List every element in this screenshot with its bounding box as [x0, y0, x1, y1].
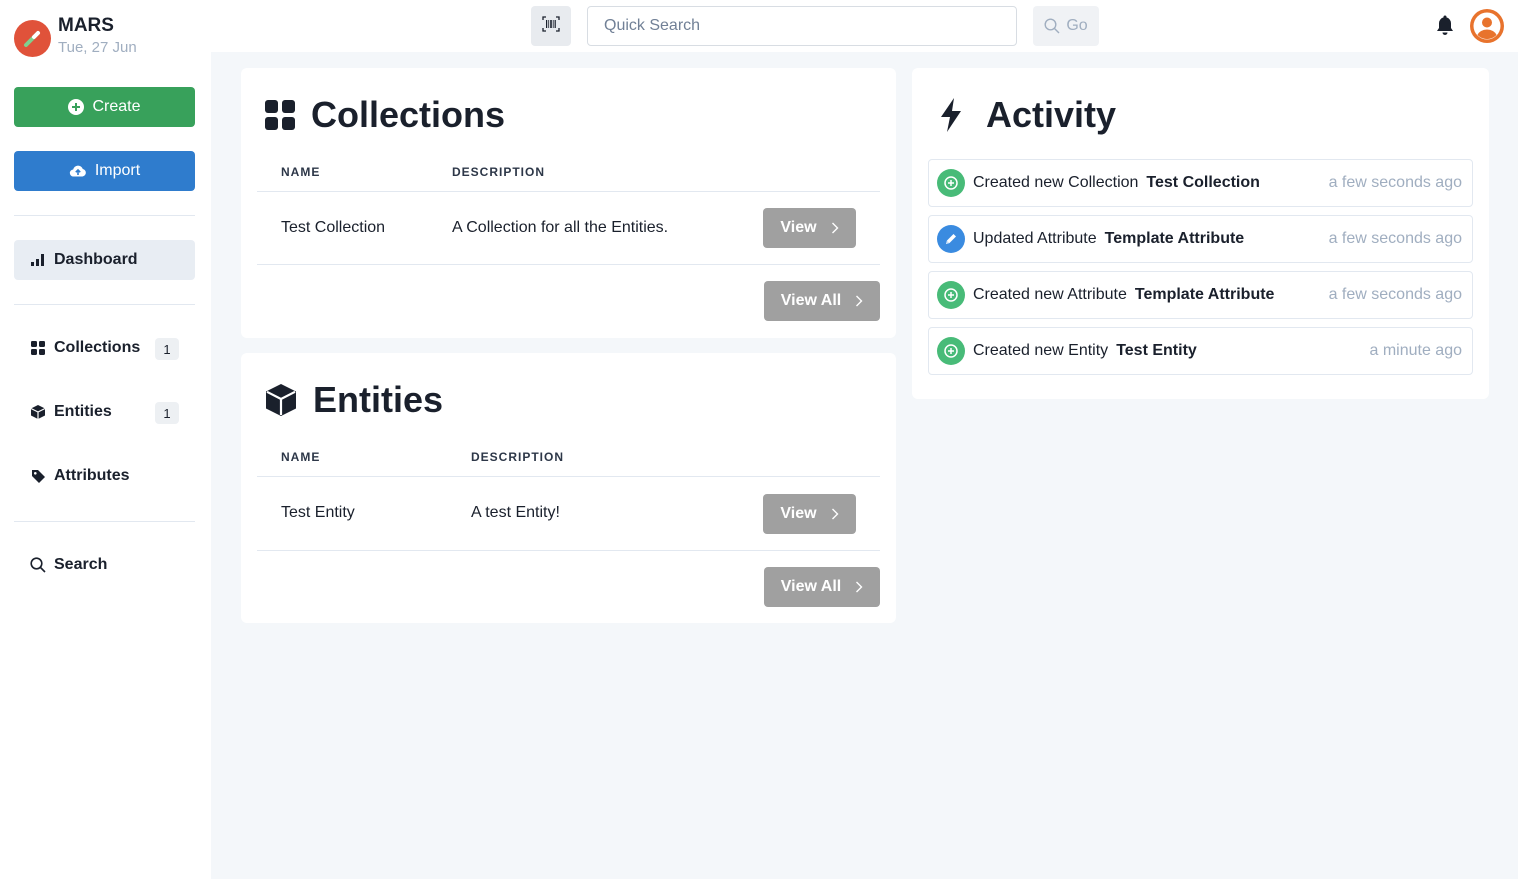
sidebar-item-label: Dashboard: [54, 251, 138, 268]
import-label: Import: [94, 162, 141, 179]
grid-icon: [265, 100, 295, 130]
sidebar-divider: [14, 521, 195, 522]
sidebar-item-attributes[interactable]: Attributes: [14, 456, 195, 496]
activity-target: Test Collection: [1146, 174, 1260, 191]
activity-item[interactable]: Created new Collection Test Collection a…: [928, 159, 1473, 207]
plus-circle-icon: [937, 281, 965, 309]
activity-target: Template Attribute: [1134, 286, 1275, 303]
barcode-icon: [542, 15, 560, 37]
count-badge: 1: [155, 338, 179, 360]
plus-circle-icon: [937, 337, 965, 365]
search-icon: [1044, 18, 1060, 34]
bell-icon: [1435, 15, 1455, 40]
view-all-collections-button[interactable]: View All: [764, 281, 880, 321]
quick-search-input[interactable]: [587, 6, 1017, 46]
collections-heading: Collections: [265, 94, 505, 136]
activity-card: Activity Created new Collection Test Col…: [912, 68, 1489, 399]
sidebar: MARS Tue, 27 Jun Create Import Dashboard…: [0, 0, 211, 879]
column-header-description: DESCRIPTION: [471, 450, 565, 464]
sidebar-item-search[interactable]: Search: [14, 545, 195, 585]
cube-icon: [265, 383, 297, 417]
grid-icon: [30, 340, 46, 356]
sidebar-item-entities[interactable]: Entities 1: [14, 392, 195, 432]
activity-title: Activity: [986, 94, 1117, 135]
tag-icon: [30, 468, 46, 484]
sidebar-divider: [14, 215, 195, 216]
chevron-right-icon: [855, 581, 863, 593]
app-name: MARS: [58, 15, 114, 36]
pencil-icon: [937, 225, 965, 253]
collection-description: A Collection for all the Entities.: [452, 219, 669, 236]
sidebar-item-label: Search: [54, 556, 108, 573]
entities-heading: Entities: [265, 379, 443, 421]
activity-item[interactable]: Created new Attribute Template Attribute…: [928, 271, 1473, 319]
table-divider: [257, 550, 880, 551]
notifications-button[interactable]: [1435, 14, 1455, 41]
view-collection-button[interactable]: View: [763, 208, 856, 248]
activity-action: Updated Attribute: [973, 230, 1097, 247]
table-divider: [257, 264, 880, 265]
sidebar-item-dashboard[interactable]: Dashboard: [14, 240, 195, 280]
activity-action: Created new Entity: [973, 342, 1109, 359]
activity-time: a few seconds ago: [1328, 174, 1462, 191]
sidebar-divider: [14, 304, 195, 305]
sidebar-item-label: Attributes: [54, 467, 130, 484]
activity-time: a few seconds ago: [1328, 286, 1462, 303]
go-label: Go: [1066, 17, 1088, 34]
collections-title: Collections: [311, 94, 506, 135]
view-all-label: View All: [780, 578, 842, 595]
view-label: View: [780, 219, 817, 236]
activity-item[interactable]: Created new Entity Test Entity a minute …: [928, 327, 1473, 375]
entities-card: Entities NAME DESCRIPTION Test Entity A …: [241, 353, 896, 623]
search-icon: [30, 557, 46, 573]
chevron-right-icon: [855, 295, 863, 307]
chevron-right-icon: [831, 508, 839, 520]
current-date: Tue, 27 Jun: [58, 39, 137, 56]
activity-item[interactable]: Updated Attribute Template Attribute a f…: [928, 215, 1473, 263]
brand: MARS Tue, 27 Jun: [14, 14, 137, 58]
activity-time: a minute ago: [1369, 342, 1462, 359]
plus-circle-icon: [68, 99, 85, 115]
entity-description: A test Entity!: [471, 504, 560, 521]
column-header-description: DESCRIPTION: [452, 165, 546, 179]
activity-target: Template Attribute: [1104, 230, 1245, 247]
sidebar-item-label: Entities: [54, 403, 112, 420]
view-entity-button[interactable]: View: [763, 494, 856, 534]
sidebar-item-label: Collections: [54, 339, 141, 356]
view-all-entities-button[interactable]: View All: [764, 567, 880, 607]
view-label: View: [780, 505, 817, 522]
activity-heading: Activity: [940, 94, 1116, 136]
table-divider: [257, 476, 880, 477]
count-badge: 1: [155, 402, 179, 424]
cube-icon: [30, 404, 46, 420]
lightning-icon: [940, 98, 962, 132]
activity-target: Test Entity: [1116, 342, 1197, 359]
app-logo: [14, 20, 51, 57]
activity-time: a few seconds ago: [1328, 230, 1462, 247]
barcode-scan-button[interactable]: [531, 6, 571, 46]
chevron-right-icon: [831, 222, 839, 234]
table-divider: [257, 191, 880, 192]
collection-name: Test Collection: [281, 219, 386, 236]
plus-circle-icon: [937, 169, 965, 197]
activity-action: Created new Attribute: [973, 286, 1127, 303]
create-label: Create: [92, 98, 141, 115]
column-header-name: NAME: [281, 165, 321, 179]
activity-action: Created new Collection: [973, 174, 1139, 191]
go-button[interactable]: Go: [1033, 6, 1099, 46]
import-button[interactable]: Import: [14, 151, 195, 191]
collections-card: Collections NAME DESCRIPTION Test Collec…: [241, 68, 896, 338]
sidebar-item-collections[interactable]: Collections 1: [14, 328, 195, 368]
create-button[interactable]: Create: [14, 87, 195, 127]
cloud-upload-icon: [69, 164, 87, 178]
entity-name: Test Entity: [281, 504, 355, 521]
entities-title: Entities: [313, 379, 444, 420]
view-all-label: View All: [780, 292, 842, 309]
bar-chart-icon: [30, 252, 46, 268]
column-header-name: NAME: [281, 450, 321, 464]
user-avatar[interactable]: [1470, 9, 1504, 43]
